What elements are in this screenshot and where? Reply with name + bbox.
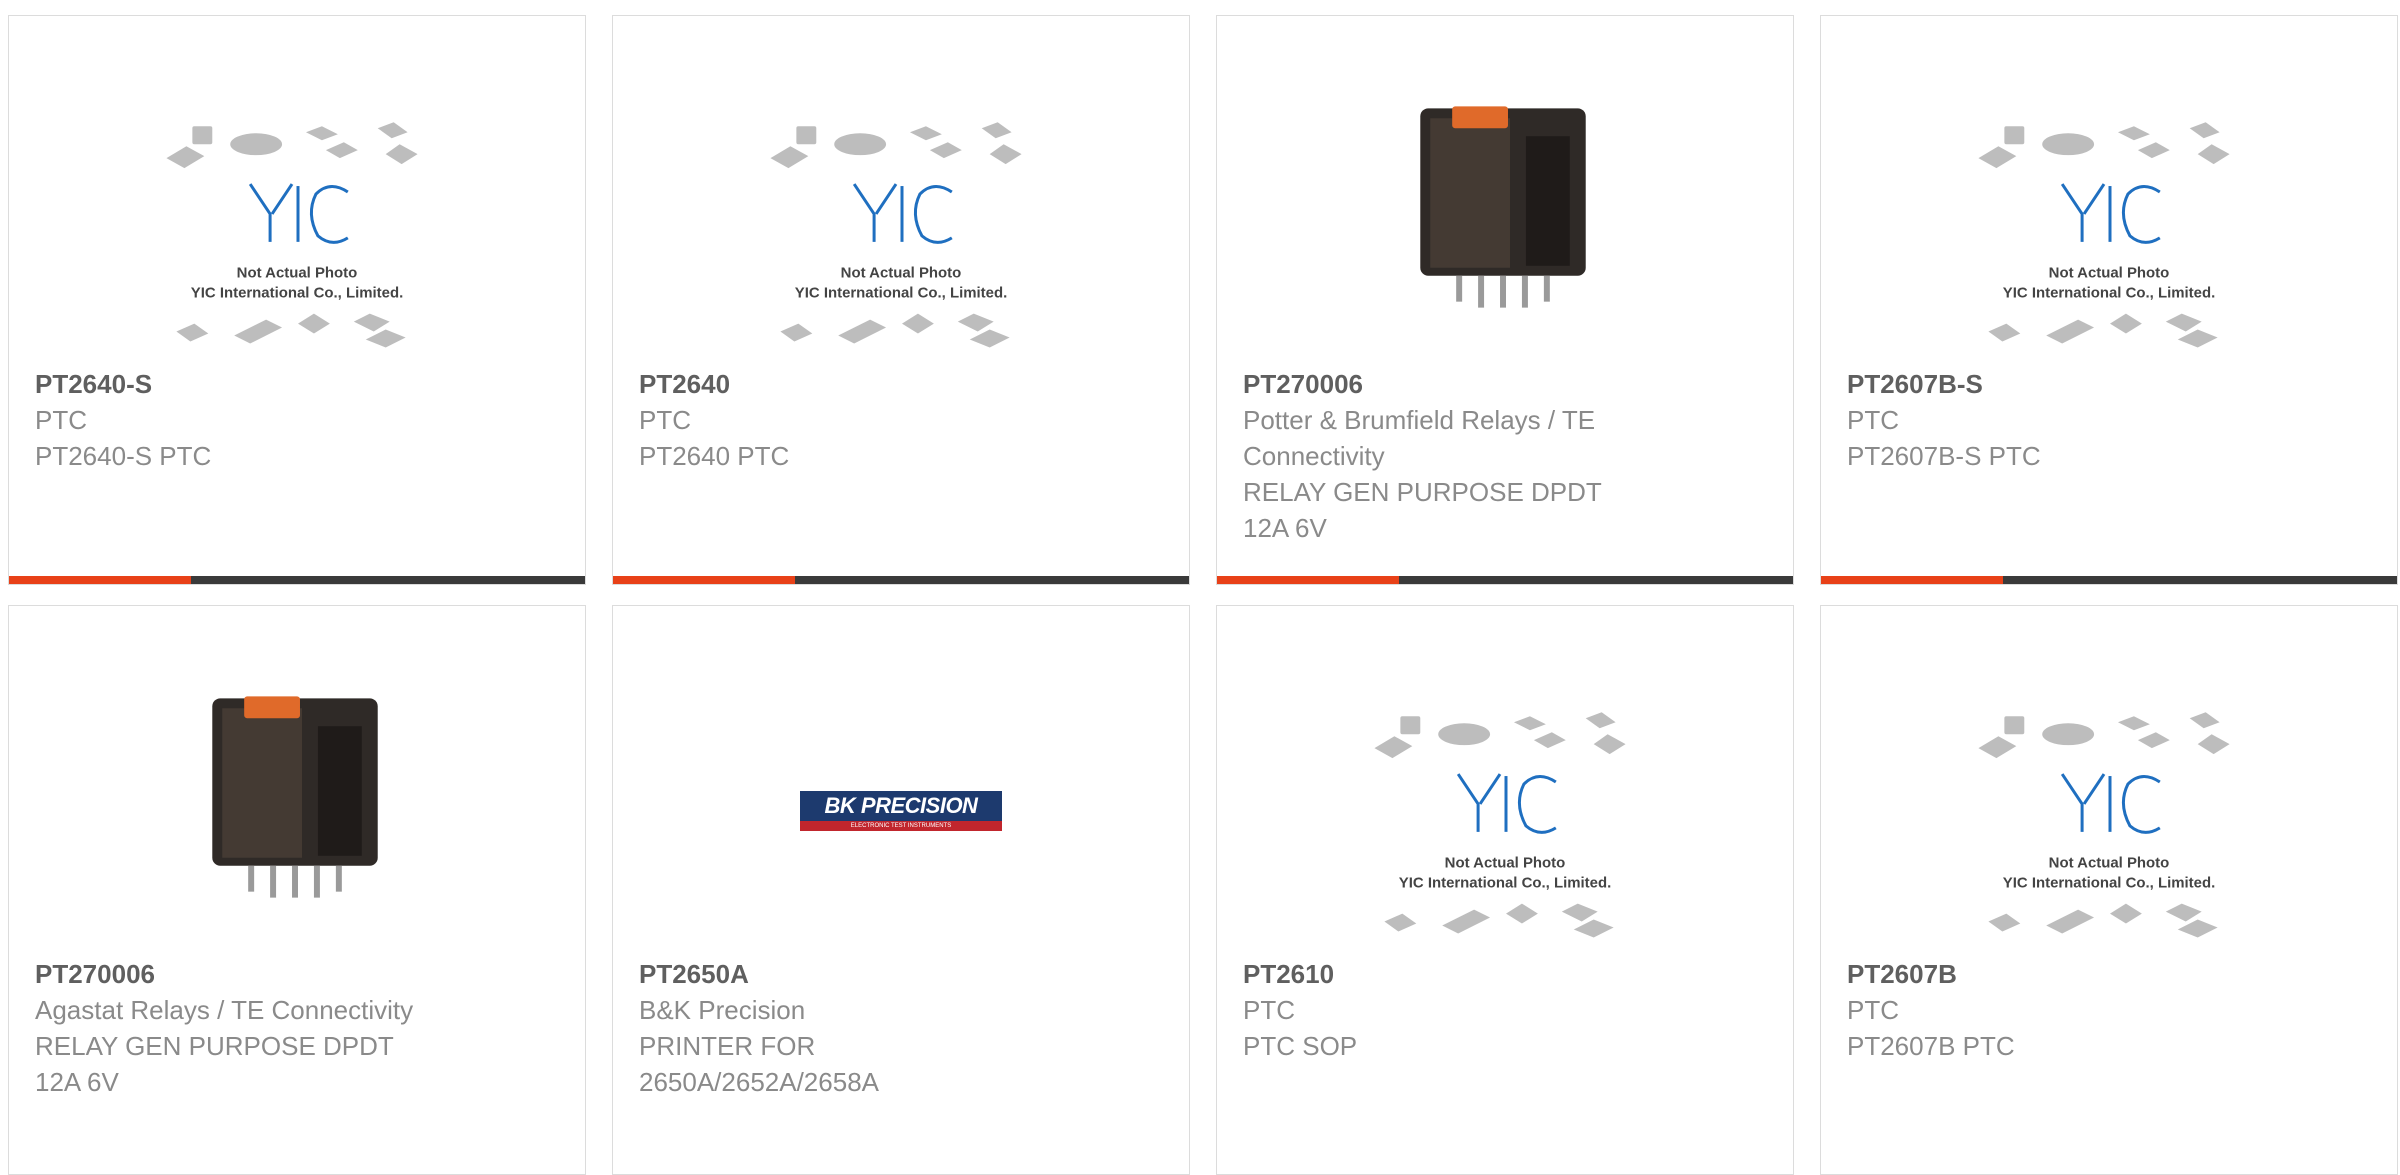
product-manufacturer: PTC — [639, 405, 691, 435]
product-manufacturer: PTC — [1847, 405, 1899, 435]
product-card[interactable]: Not Actual Photo YIC International Co., … — [612, 15, 1190, 585]
card-bottom-bar-accent — [613, 576, 795, 584]
product-description-cont: 12A 6V — [1243, 513, 1327, 543]
product-manufacturer: PTC — [1243, 995, 1295, 1025]
product-manufacturer: Potter & Brumfield Relays / TE — [1243, 405, 1596, 435]
product-card[interactable]: Not Actual Photo YIC International Co., … — [1820, 15, 2398, 585]
relay-photo — [212, 696, 378, 898]
card-bottom-bar-accent — [1217, 576, 1399, 584]
product-description-cont: 12A 6V — [35, 1067, 119, 1097]
not-actual-photo-image: Not Actual Photo YIC International Co., … — [1978, 712, 2230, 938]
product-image-brand-logo[interactable]: BK PRECISION ELECTRONIC TEST INSTRUMENTS — [613, 636, 1189, 946]
not-actual-photo-image: Not Actual Photo YIC International Co., … — [166, 122, 418, 348]
product-description: PT2607B-S PTC — [1847, 441, 2041, 471]
placeholder-line2: YIC International Co., Limited. — [2003, 285, 2215, 302]
card-bottom-bar-accent — [1821, 576, 2003, 584]
product-part-number[interactable]: PT2650A — [639, 956, 1169, 992]
product-description: PT2607B PTC — [1847, 1031, 2015, 1061]
product-manufacturer: Agastat Relays / TE Connectivity — [35, 995, 414, 1025]
card-bottom-bar — [1821, 576, 2397, 584]
product-image-placeholder[interactable]: Not Actual Photo YIC International Co., … — [1217, 636, 1793, 946]
card-bottom-bar — [9, 576, 585, 584]
not-actual-photo-image: Not Actual Photo YIC International Co., … — [1978, 122, 2230, 348]
placeholder-line1: Not Actual Photo — [841, 265, 962, 282]
card-bottom-bar-accent — [9, 576, 191, 584]
placeholder-line2: YIC International Co., Limited. — [2003, 875, 2215, 892]
product-image-placeholder[interactable]: Not Actual Photo YIC International Co., … — [613, 46, 1189, 356]
relay-photo — [1420, 106, 1586, 308]
product-part-number[interactable]: PT2610 — [1243, 956, 1773, 992]
product-manufacturer: PTC — [35, 405, 87, 435]
not-actual-photo-image: Not Actual Photo YIC International Co., … — [770, 122, 1022, 348]
not-actual-photo-image: Not Actual Photo YIC International Co., … — [1374, 712, 1626, 938]
product-manufacturer-cont: Connectivity — [1243, 441, 1385, 471]
product-description: PT2640 PTC — [639, 441, 790, 471]
product-image-placeholder[interactable]: Not Actual Photo YIC International Co., … — [1821, 46, 2397, 356]
placeholder-line2: YIC International Co., Limited. — [191, 285, 403, 302]
product-card[interactable]: Not Actual Photo YIC International Co., … — [8, 15, 586, 585]
placeholder-line1: Not Actual Photo — [2049, 265, 2170, 282]
product-card[interactable]: BK PRECISION ELECTRONIC TEST INSTRUMENTS… — [612, 605, 1190, 1175]
card-bottom-bar — [613, 576, 1189, 584]
placeholder-line1: Not Actual Photo — [1445, 855, 1566, 872]
product-description-cont: 2650A/2652A/2658A — [639, 1067, 879, 1097]
product-manufacturer: PTC — [1847, 995, 1899, 1025]
product-card[interactable]: PT270006 Potter & Brumfield Relays / TE … — [1216, 15, 1794, 585]
product-part-number[interactable]: PT270006 — [1243, 366, 1773, 402]
product-description: RELAY GEN PURPOSE DPDT — [1243, 477, 1602, 507]
product-card[interactable]: Not Actual Photo YIC International Co., … — [1820, 605, 2398, 1175]
placeholder-line1: Not Actual Photo — [2049, 855, 2170, 872]
product-image-placeholder[interactable]: Not Actual Photo YIC International Co., … — [9, 46, 585, 356]
product-card[interactable]: Not Actual Photo YIC International Co., … — [1216, 605, 1794, 1175]
brand-logo-text: BK PRECISION — [800, 791, 1002, 821]
product-description: PT2640-S PTC — [35, 441, 212, 471]
product-image-placeholder[interactable]: Not Actual Photo YIC International Co., … — [1821, 636, 2397, 946]
card-bottom-bar — [1217, 576, 1793, 584]
product-part-number[interactable]: PT2607B-S — [1847, 366, 2377, 402]
placeholder-line1: Not Actual Photo — [237, 265, 358, 282]
bk-precision-logo: BK PRECISION ELECTRONIC TEST INSTRUMENTS — [800, 791, 1002, 831]
product-description: PTC SOP — [1243, 1031, 1358, 1061]
product-description: RELAY GEN PURPOSE DPDT — [35, 1031, 394, 1061]
product-part-number[interactable]: PT2640-S — [35, 366, 565, 402]
product-manufacturer: B&K Precision — [639, 995, 806, 1025]
product-image-relay[interactable] — [9, 636, 585, 946]
product-part-number[interactable]: PT2640 — [639, 366, 1169, 402]
product-card[interactable]: PT270006 Agastat Relays / TE Connectivit… — [8, 605, 586, 1175]
placeholder-line2: YIC International Co., Limited. — [1399, 875, 1611, 892]
product-image-relay[interactable] — [1217, 46, 1793, 356]
product-part-number[interactable]: PT2607B — [1847, 956, 2377, 992]
product-description: PRINTER FOR — [639, 1031, 816, 1061]
brand-logo-tagline: ELECTRONIC TEST INSTRUMENTS — [800, 821, 1002, 831]
placeholder-line2: YIC International Co., Limited. — [795, 285, 1007, 302]
product-part-number[interactable]: PT270006 — [35, 956, 565, 992]
